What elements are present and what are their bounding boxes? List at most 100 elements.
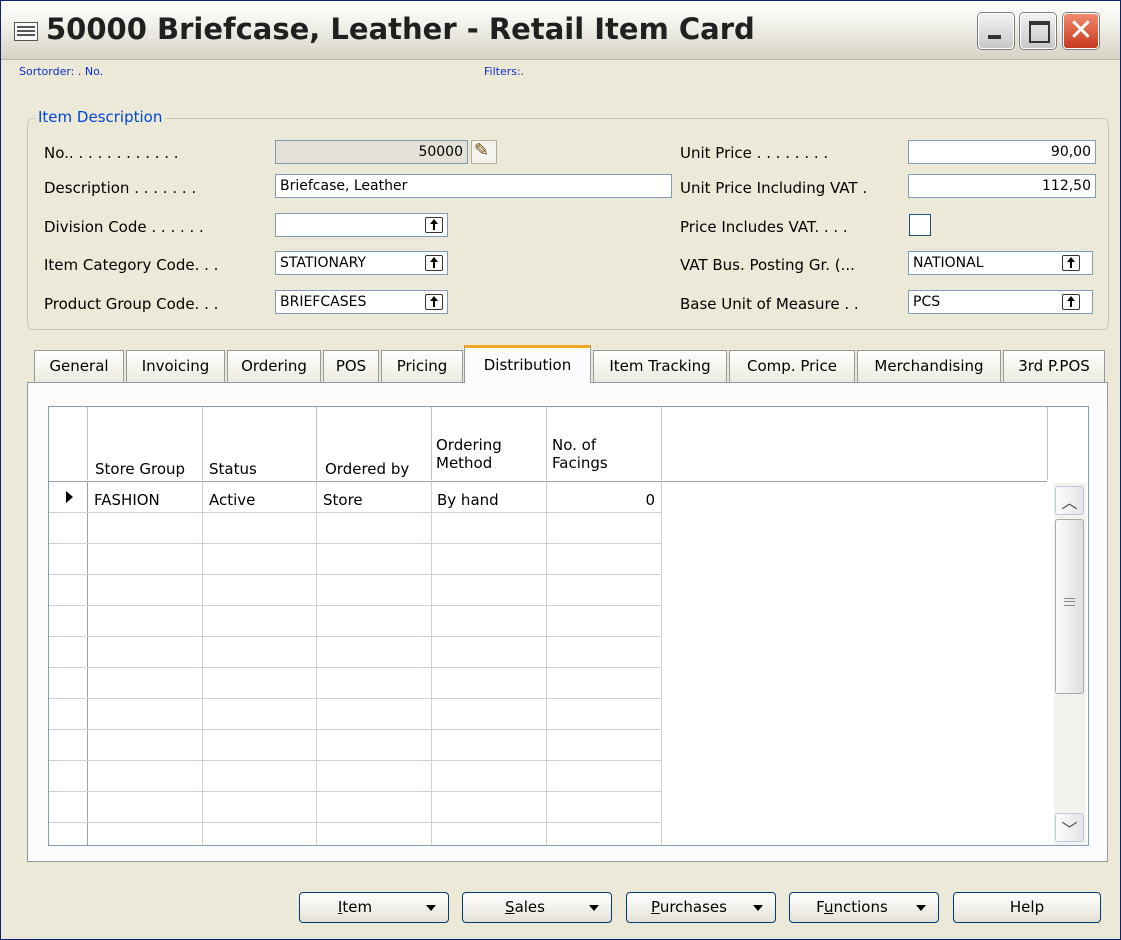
tab-ordering[interactable]: Ordering xyxy=(227,350,321,382)
header-divider xyxy=(316,407,317,480)
functions-button-accel: u xyxy=(823,898,834,916)
tab-comp-price[interactable]: Comp. Price xyxy=(729,350,855,382)
chevron-up-icon: ︿ xyxy=(1061,493,1078,512)
form-icon xyxy=(14,22,38,41)
base-unit-lookup-icon[interactable] xyxy=(1062,294,1080,310)
tab-pricing[interactable]: Pricing xyxy=(381,350,463,382)
current-row-icon xyxy=(66,491,73,503)
tab-general[interactable]: General xyxy=(34,350,124,382)
division-code-lookup-icon[interactable] xyxy=(425,217,443,233)
dropdown-arrow-icon xyxy=(426,905,436,911)
cell-status[interactable]: Active xyxy=(209,491,255,509)
tab-pos[interactable]: POS xyxy=(323,350,379,382)
price-includes-vat-checkbox[interactable] xyxy=(909,214,931,236)
unit-price-label: Unit Price . . . . . . . . xyxy=(680,144,829,162)
scroll-up-button[interactable]: ︿ xyxy=(1055,486,1084,515)
header-facings-line2[interactable]: Facings xyxy=(552,454,608,472)
product-group-code-label: Product Group Code. . . xyxy=(44,295,219,313)
vertical-scrollbar[interactable]: ︿ ﹀ xyxy=(1054,483,1086,845)
row-line xyxy=(49,636,661,637)
unit-price-incl-vat-field[interactable]: 112,50 xyxy=(908,174,1096,198)
row-line xyxy=(49,729,661,730)
vat-bus-posting-lookup-icon[interactable] xyxy=(1062,255,1080,271)
no-label: No.. . . . . . . . . . . . xyxy=(44,144,179,162)
maximize-button[interactable] xyxy=(1020,13,1056,49)
row-line xyxy=(49,667,661,668)
tab-3rd-p-pos[interactable]: 3rd P.POS xyxy=(1003,350,1105,382)
row-line xyxy=(49,760,661,761)
dropdown-arrow-icon xyxy=(753,905,763,911)
minimize-icon xyxy=(988,35,1001,39)
product-group-code-field[interactable]: BRIEFCASES xyxy=(275,290,448,314)
sortorder-info: Sortorder: . No. xyxy=(19,65,104,78)
description-field[interactable]: Briefcase, Leather xyxy=(275,174,672,198)
pencil-icon: ✎ xyxy=(474,140,490,161)
functions-menu-button[interactable]: Functions xyxy=(789,892,939,923)
price-includes-vat-label: Price Includes VAT. . . . xyxy=(680,218,848,236)
window-title: 50000 Briefcase, Leather - Retail Item C… xyxy=(46,12,755,46)
maximize-icon xyxy=(1029,21,1050,43)
row-line xyxy=(49,543,661,544)
product-group-lookup-icon[interactable] xyxy=(425,294,443,310)
row-line xyxy=(49,512,661,513)
header-status[interactable]: Status xyxy=(209,460,257,478)
title-bar[interactable]: 50000 Briefcase, Leather - Retail Item C… xyxy=(1,1,1120,60)
column-line xyxy=(661,482,662,845)
row-line xyxy=(49,791,661,792)
scroll-down-button[interactable]: ﹀ xyxy=(1055,813,1084,842)
scroll-thumb[interactable] xyxy=(1055,519,1084,694)
sales-button-label: ales xyxy=(514,898,545,916)
item-category-code-field[interactable]: STATIONARY xyxy=(275,251,448,275)
sales-button-accel: S xyxy=(505,898,515,916)
header-ordered-by[interactable]: Ordered by xyxy=(325,460,409,478)
purchases-menu-button[interactable]: Purchases xyxy=(626,892,776,923)
header-store-group[interactable]: Store Group xyxy=(95,460,185,478)
header-divider xyxy=(546,407,547,480)
item-category-lookup-icon[interactable] xyxy=(425,255,443,271)
help-button[interactable]: Help xyxy=(953,892,1101,923)
item-category-code-label: Item Category Code. . . xyxy=(44,256,219,274)
chevron-down-icon: ﹀ xyxy=(1061,820,1078,839)
column-line xyxy=(202,482,203,845)
edit-button[interactable]: ✎ xyxy=(471,140,497,164)
cell-store-group[interactable]: FASHION xyxy=(94,491,160,509)
division-code-field[interactable] xyxy=(275,213,448,237)
filters-info: Filters:. xyxy=(484,65,525,78)
header-facings-line1[interactable]: No. of xyxy=(552,436,596,454)
unit-price-field[interactable]: 90,00 xyxy=(908,140,1096,164)
tab-merchandising[interactable]: Merchandising xyxy=(857,350,1001,382)
header-divider xyxy=(661,407,662,480)
tab-distribution[interactable]: Distribution xyxy=(464,345,591,383)
row-line xyxy=(49,822,661,823)
cell-facings[interactable]: 0 xyxy=(549,491,655,509)
division-code-label: Division Code . . . . . . xyxy=(44,218,204,236)
purchases-button-accel: P xyxy=(651,898,660,916)
row-line xyxy=(49,698,661,699)
close-icon: ✕ xyxy=(1068,13,1094,48)
description-label: Description . . . . . . . xyxy=(44,179,197,197)
unit-price-incl-vat-label: Unit Price Including VAT . xyxy=(680,179,868,197)
header-divider xyxy=(1047,407,1048,480)
dropdown-arrow-icon xyxy=(916,905,926,911)
item-menu-button[interactable]: Item xyxy=(299,892,449,923)
close-button[interactable]: ✕ xyxy=(1063,13,1099,49)
no-field[interactable]: 50000 xyxy=(275,140,468,164)
minimize-button[interactable] xyxy=(978,13,1014,49)
retail-item-card-window: 50000 Briefcase, Leather - Retail Item C… xyxy=(0,0,1121,940)
cell-ordered-by[interactable]: Store xyxy=(323,491,363,509)
column-line xyxy=(316,482,317,845)
sales-menu-button[interactable]: Sales xyxy=(462,892,612,923)
functions-button-prefix: F xyxy=(816,898,824,916)
vat-bus-posting-group-label: VAT Bus. Posting Gr. (... xyxy=(680,256,855,274)
cell-ordering-method[interactable]: By hand xyxy=(437,491,499,509)
tab-invoicing[interactable]: Invoicing xyxy=(126,350,225,382)
header-ordering-method-line2[interactable]: Method xyxy=(436,454,492,472)
column-line xyxy=(546,482,547,845)
row-line xyxy=(49,605,661,606)
header-divider xyxy=(202,407,203,480)
header-ordering-method-line1[interactable]: Ordering xyxy=(436,436,502,454)
distribution-grid: Store Group Status Ordered by Ordering M… xyxy=(48,406,1089,846)
tab-item-tracking[interactable]: Item Tracking xyxy=(593,350,727,382)
item-description-label: Item Description xyxy=(35,108,166,126)
row-line xyxy=(49,574,661,575)
